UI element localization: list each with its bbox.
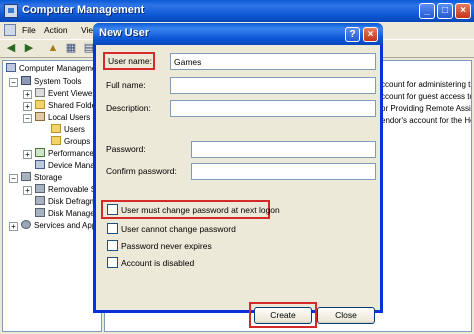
user-description[interactable]: ccount for administering th <box>381 80 471 89</box>
minimize-button[interactable]: _ <box>419 3 435 19</box>
confirm-password-label: Confirm password: <box>106 166 177 176</box>
tree-item-label: Computer Management <box>19 64 102 73</box>
disk-icon <box>35 208 45 217</box>
checkbox-box[interactable] <box>107 240 118 251</box>
tree-item-shared-folders[interactable]: Shared Folders <box>35 100 101 112</box>
close-button[interactable]: Close <box>317 307 375 324</box>
tree-item-storage[interactable]: Storage <box>21 172 62 184</box>
expand-shared-folders-icon[interactable]: + <box>23 102 32 111</box>
checkbox-box[interactable] <box>107 257 118 268</box>
checkbox-label: User must change password at next logon <box>121 205 280 215</box>
dialog-title: New User <box>99 27 150 39</box>
tree-item-label: System Tools <box>34 77 82 86</box>
dialog-body: User name: Full name: Description: Passw… <box>96 45 380 328</box>
tree-item-computer-management[interactable]: Computer Management <box>6 63 102 75</box>
user-description[interactable]: ccount for guest access to <box>381 92 471 101</box>
console-tree: Computer Management − System Tools + Eve… <box>2 60 102 332</box>
expand-removable-storage-icon[interactable]: + <box>23 186 32 195</box>
tree-item-event-viewer[interactable]: Event Viewer <box>35 88 95 100</box>
checkbox-box[interactable] <box>107 204 118 215</box>
show-hide-tree-icon[interactable]: ▦ <box>64 42 78 56</box>
users-icon <box>35 112 45 121</box>
checkbox-label: User cannot change password <box>121 224 236 234</box>
event-viewer-icon <box>35 88 45 97</box>
folder-icon <box>51 136 61 145</box>
collapse-local-users-icon[interactable]: − <box>23 114 32 123</box>
tree-item-removable-storage[interactable]: Removable Storage <box>35 184 101 196</box>
must-change-password-checkbox[interactable]: User must change password at next logon <box>107 204 280 217</box>
collapse-system-tools-icon[interactable]: − <box>9 78 18 87</box>
checkbox-label: Account is disabled <box>121 258 195 268</box>
tree-item-label: Storage <box>34 173 63 182</box>
tree-item-users[interactable]: Users <box>51 124 85 136</box>
tree-item-disk-defragmenter[interactable]: Disk Defragmenter <box>35 196 101 208</box>
new-user-dialog: New User ? × User name: Full name: Descr… <box>93 23 383 328</box>
cannot-change-password-checkbox[interactable]: User cannot change password <box>107 223 236 236</box>
tree-item-label: Services and Applications <box>34 221 102 230</box>
disk-icon <box>35 184 45 193</box>
user-description[interactable]: or Providing Remote Assis <box>381 104 471 113</box>
fullname-label: Full name: <box>106 80 146 90</box>
tree-item-groups[interactable]: Groups <box>51 136 90 148</box>
window-titlebar[interactable]: Computer Management _ □ × <box>0 0 474 22</box>
forward-arrow-icon[interactable]: ▶ <box>22 42 36 56</box>
description-input[interactable] <box>170 100 376 117</box>
menu-file[interactable]: File <box>22 25 36 35</box>
performance-icon <box>35 148 45 157</box>
dialog-titlebar[interactable]: New User ? × <box>93 23 383 45</box>
checkbox-label: Password never expires <box>121 241 212 251</box>
window-title: Computer Management <box>22 4 145 16</box>
expand-event-viewer-icon[interactable]: + <box>23 90 32 99</box>
storage-icon <box>21 172 31 181</box>
menu-action[interactable]: Action <box>44 25 68 35</box>
computer-management-icon <box>4 4 18 18</box>
username-label: User name: <box>108 56 152 66</box>
close-window-button[interactable]: × <box>455 3 471 19</box>
tree-item-system-tools[interactable]: System Tools <box>21 76 81 88</box>
up-folder-icon[interactable]: ▲ <box>46 42 60 56</box>
tree-item-label: Groups <box>64 137 91 146</box>
gear-icon <box>21 220 31 229</box>
disk-icon <box>35 196 45 205</box>
tree-item-label: Event Viewer <box>48 89 95 98</box>
expand-performance-icon[interactable]: + <box>23 150 32 159</box>
tree-item-performance-logs[interactable]: Performance Logs and Alerts <box>35 148 101 160</box>
tree-item-local-users-groups[interactable]: Local Users and Groups <box>35 112 101 124</box>
help-icon[interactable]: ? <box>345 27 360 42</box>
create-button[interactable]: Create <box>254 307 312 324</box>
tree-item-services-applications[interactable]: Services and Applications <box>21 220 102 232</box>
shared-folder-icon <box>35 100 45 109</box>
tools-icon <box>21 76 31 85</box>
description-label: Description: <box>106 103 151 113</box>
back-arrow-icon[interactable]: ◀ <box>4 42 18 56</box>
fullname-input[interactable] <box>170 77 376 94</box>
tree-item-label: Users <box>64 125 85 134</box>
system-menu-icon[interactable] <box>4 24 16 36</box>
account-disabled-checkbox[interactable]: Account is disabled <box>107 257 194 270</box>
tree-item-device-manager[interactable]: Device Manager <box>35 160 101 172</box>
confirm-password-input[interactable] <box>191 163 376 180</box>
maximize-button[interactable]: □ <box>437 3 453 19</box>
user-description[interactable]: endor's account for the Hel <box>381 116 471 125</box>
folder-icon <box>51 124 61 133</box>
checkbox-box[interactable] <box>107 223 118 234</box>
collapse-storage-icon[interactable]: − <box>9 174 18 183</box>
expand-services-icon[interactable]: + <box>9 222 18 231</box>
password-never-expires-checkbox[interactable]: Password never expires <box>107 240 212 253</box>
computer-icon <box>6 63 16 72</box>
password-input[interactable] <box>191 141 376 158</box>
tree-item-disk-management[interactable]: Disk Management <box>35 208 101 220</box>
close-icon[interactable]: × <box>363 27 378 42</box>
device-icon <box>35 160 45 169</box>
password-label: Password: <box>106 144 146 154</box>
username-input[interactable] <box>170 53 376 70</box>
